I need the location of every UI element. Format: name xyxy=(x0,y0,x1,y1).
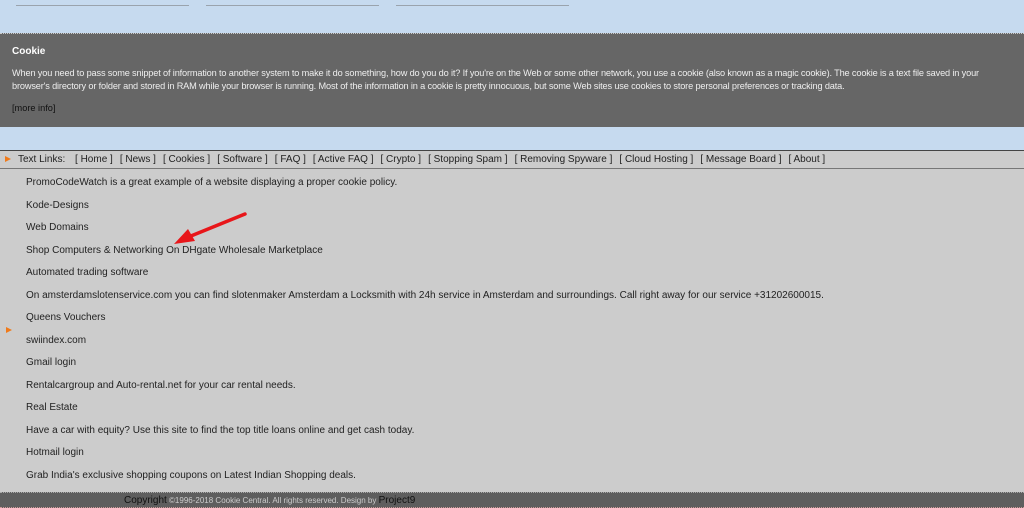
nav-link-active-faq[interactable]: [ Active FAQ ] xyxy=(313,154,374,165)
cookie-info-panel: Cookie When you need to pass some snippe… xyxy=(0,33,1024,127)
list-item[interactable]: swiindex.com xyxy=(26,335,86,346)
nav-link-cloud-hosting[interactable]: [ Cloud Hosting ] xyxy=(619,154,693,165)
list-item[interactable]: Real Estate xyxy=(26,402,78,413)
footer: Copyright ©1996-2018 Cookie Central. All… xyxy=(0,492,1024,508)
nav-link-software[interactable]: [ Software ] xyxy=(217,154,268,165)
copyright-text: ©1996-2018 Cookie Central. All rights re… xyxy=(166,496,379,505)
nav-label: Text Links: xyxy=(18,154,66,165)
list-item[interactable]: Hotmail login xyxy=(26,447,84,458)
list-item[interactable]: Automated trading software xyxy=(26,267,148,278)
top-field-2[interactable] xyxy=(206,5,379,6)
designer-link[interactable]: Project9 xyxy=(379,495,416,506)
list-item[interactable]: Gmail login xyxy=(26,357,76,368)
bullet-arrow-icon xyxy=(5,156,11,162)
list-item[interactable]: Rentalcargroup and Auto-rental.net for y… xyxy=(26,380,296,391)
list-item[interactable]: PromoCodeWatch is a great example of a w… xyxy=(26,177,397,188)
nav-link-stopping-spam[interactable]: [ Stopping Spam ] xyxy=(428,154,508,165)
cookie-title: Cookie xyxy=(12,46,46,57)
copyright-label: Copyright xyxy=(124,495,167,506)
list-item[interactable]: Shop Computers & Networking On DHgate Wh… xyxy=(26,245,323,256)
text-links-nav: Text Links: [ Home ] [ News ] [ Cookies ] [… xyxy=(0,150,1024,169)
list-item[interactable]: On amsterdamslotenservice.com you can fi… xyxy=(26,290,824,301)
nav-link-crypto[interactable]: [ Crypto ] xyxy=(380,154,421,165)
top-field-3[interactable] xyxy=(396,5,569,6)
list-item[interactable]: Have a car with equity? Use this site to… xyxy=(26,425,414,436)
nav-link-about[interactable]: [ About ] xyxy=(788,154,825,165)
nav-link-faq[interactable]: [ FAQ ] xyxy=(275,154,306,165)
nav-link-message-board[interactable]: [ Message Board ] xyxy=(700,154,781,165)
list-item[interactable]: Web Domains xyxy=(26,222,89,233)
bullet-arrow-icon xyxy=(6,327,12,333)
nav-link-removing-spyware[interactable]: [ Removing Spyware ] xyxy=(515,154,613,165)
list-item[interactable]: Queens Vouchers xyxy=(26,312,106,323)
list-item[interactable]: Kode-Designs xyxy=(26,200,89,211)
links-list: PromoCodeWatch is a great example of a w… xyxy=(0,169,1024,492)
top-field-1[interactable] xyxy=(16,5,189,6)
more-info-link[interactable]: [more info] xyxy=(12,103,1012,113)
nav-link-cookies[interactable]: [ Cookies ] xyxy=(163,154,210,165)
nav-link-home[interactable]: [ Home ] xyxy=(75,154,113,165)
list-item[interactable]: Grab India's exclusive shopping coupons … xyxy=(26,470,356,481)
cookie-description: When you need to pass some snippet of in… xyxy=(12,68,979,91)
nav-link-news[interactable]: [ News ] xyxy=(120,154,156,165)
